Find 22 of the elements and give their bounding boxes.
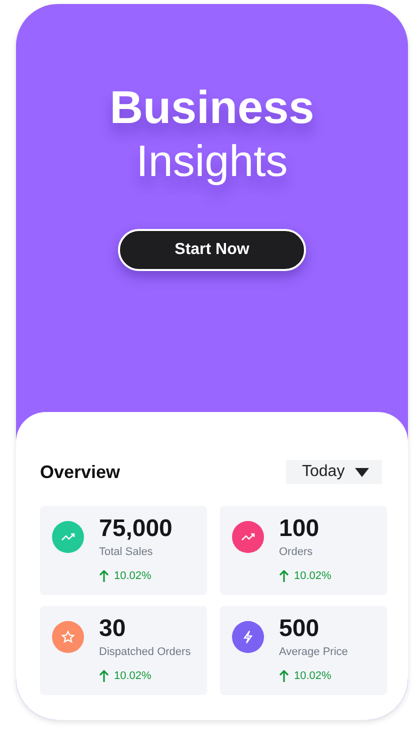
- stat-label: Average Price: [279, 646, 348, 658]
- change-percent: 10.02%: [294, 570, 332, 582]
- arrow-up-icon: [279, 570, 289, 582]
- arrow-up-icon: [99, 570, 109, 582]
- overview-title: Overview: [40, 462, 120, 482]
- hero-subtitle: Insights: [136, 136, 288, 188]
- stat-label: Total Sales: [99, 546, 153, 558]
- change-percent: 10.02%: [114, 570, 152, 582]
- start-button[interactable]: Start Now: [118, 229, 306, 271]
- arrow-up-icon: [279, 670, 289, 682]
- stat-value: 75,000: [99, 517, 172, 541]
- arrow-up-icon: [99, 670, 109, 682]
- change-percent: 10.02%: [294, 670, 332, 682]
- stat-value: 100: [279, 517, 320, 541]
- stat-label: Orders: [279, 546, 313, 558]
- change-percent: 10.02%: [114, 670, 152, 682]
- stat-value: 30: [99, 617, 126, 641]
- period-dropdown[interactable]: Today: [286, 460, 382, 484]
- caret-icon: [354, 468, 369, 476]
- stat-label: Dispatched Orders: [99, 646, 191, 658]
- stat-value: 500: [279, 617, 320, 641]
- hero-title: Business: [110, 80, 314, 134]
